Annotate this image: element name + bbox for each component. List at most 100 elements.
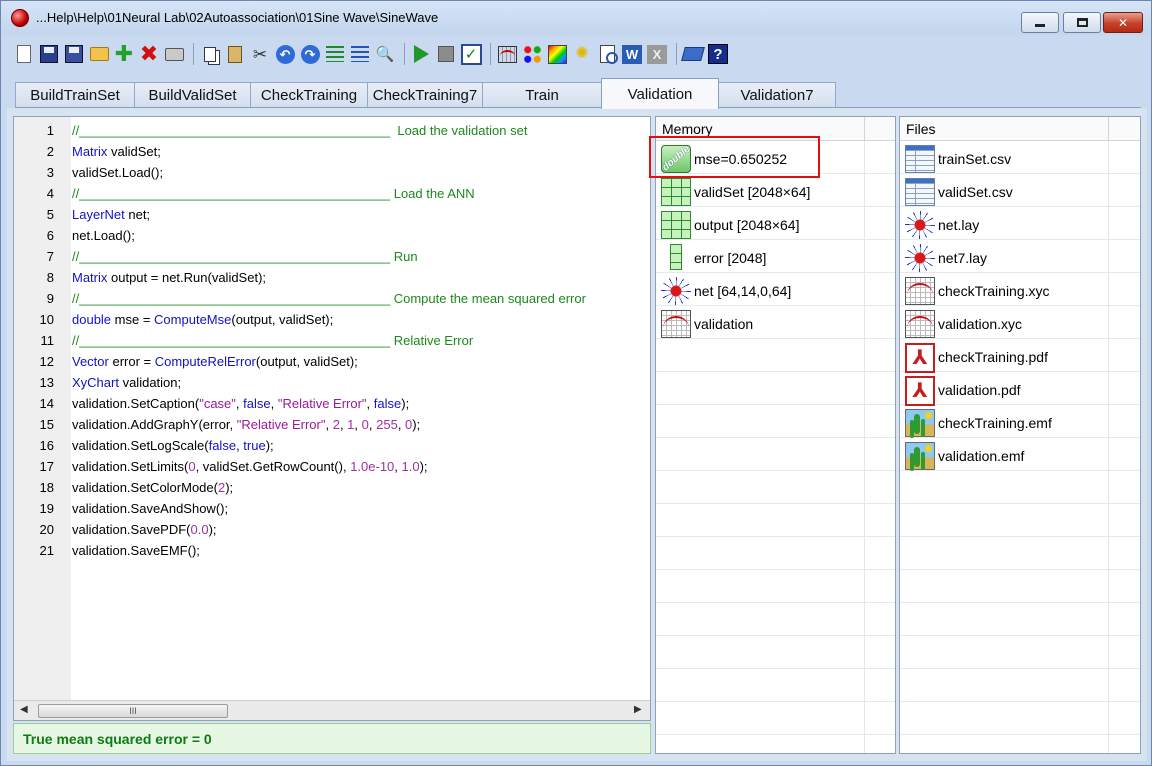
line-number: 7 bbox=[46, 249, 54, 264]
cut-icon[interactable]: ✂ bbox=[249, 43, 271, 65]
code-line[interactable]: 12 Vector error = ComputeRelError(output,… bbox=[14, 351, 651, 372]
app-icon[interactable] bbox=[11, 9, 29, 27]
files-item[interactable]: validation.emf bbox=[900, 439, 1140, 472]
find-icon[interactable]: 🔍 bbox=[374, 43, 396, 65]
scroll-right-icon[interactable]: ▶ bbox=[634, 704, 642, 715]
run-icon[interactable] bbox=[410, 43, 432, 65]
files-item[interactable]: checkTraining.xyc bbox=[900, 274, 1140, 307]
files-item[interactable]: net7.lay bbox=[900, 241, 1140, 274]
delete-icon[interactable]: ✖ bbox=[138, 43, 160, 65]
undo-icon[interactable]: ↶ bbox=[274, 43, 296, 65]
tab-buildtrainset[interactable]: BuildTrainSet bbox=[15, 82, 135, 108]
files-item[interactable]: ⅄ validation.pdf bbox=[900, 373, 1140, 406]
code-token: , bbox=[325, 417, 333, 432]
minimize-button[interactable] bbox=[1021, 12, 1059, 33]
files-item[interactable]: checkTraining.emf bbox=[900, 406, 1140, 439]
code-token: ); bbox=[265, 438, 274, 453]
code-token: validation.SetLogScale( bbox=[72, 438, 209, 453]
code-line[interactable]: 11 //____________________________________… bbox=[14, 330, 651, 351]
stop-icon[interactable] bbox=[435, 43, 457, 65]
paste-icon[interactable] bbox=[224, 43, 246, 65]
code-line[interactable]: 15 validation.AddGraphY(error, "Relative … bbox=[14, 414, 651, 435]
redo-icon[interactable]: ↷ bbox=[299, 43, 321, 65]
code-line[interactable]: 14 validation.SetCaption("case", false, "… bbox=[14, 393, 651, 414]
files-header[interactable]: Files bbox=[900, 117, 1140, 141]
tip-icon[interactable]: ✺ bbox=[571, 43, 593, 65]
files-item[interactable]: validSet.csv bbox=[900, 175, 1140, 208]
tab-validation[interactable]: Validation bbox=[601, 78, 719, 109]
code-line[interactable]: 16 validation.SetLogScale(false, true); bbox=[14, 435, 651, 456]
scroll-left-icon[interactable]: ◀ bbox=[20, 704, 28, 715]
code-line[interactable]: 5 LayerNet net; bbox=[14, 204, 651, 225]
scroll-thumb[interactable]: III bbox=[38, 704, 228, 718]
code-line[interactable]: 17 validation.SetLimits(0, validSet.GetRo… bbox=[14, 456, 651, 477]
help-icon[interactable]: ? bbox=[707, 43, 729, 65]
code-line[interactable]: 7 //_____________________________________… bbox=[14, 246, 651, 267]
files-item[interactable]: validation.xyc bbox=[900, 307, 1140, 340]
files-item[interactable]: ⅄ checkTraining.pdf bbox=[900, 340, 1140, 373]
new-doc-icon[interactable] bbox=[13, 43, 35, 65]
maximize-button[interactable] bbox=[1063, 12, 1101, 33]
horizontal-scrollbar[interactable]: ◀ III ▶ bbox=[14, 700, 650, 720]
code-line[interactable]: 8 Matrix output = net.Run(validSet); bbox=[14, 267, 651, 288]
tab-train[interactable]: Train bbox=[482, 82, 602, 108]
tab-checktraining[interactable]: CheckTraining bbox=[250, 82, 368, 108]
code-line[interactable]: 20 validation.SavePDF(0.0); bbox=[14, 519, 651, 540]
outdent-icon[interactable] bbox=[349, 43, 371, 65]
code-token: XyChart bbox=[72, 375, 119, 390]
add-icon[interactable]: ✚ bbox=[113, 43, 135, 65]
files-item[interactable]: trainSet.csv bbox=[900, 142, 1140, 175]
code-line[interactable]: 21 validation.SaveEMF(); bbox=[14, 540, 651, 561]
code-line[interactable]: 3 validSet.Load(); bbox=[14, 162, 651, 183]
code-editor[interactable]: 1 //_____________________________________… bbox=[13, 116, 651, 721]
code-line[interactable]: 2 Matrix validSet; bbox=[14, 141, 651, 162]
files-item-label: validSet.csv bbox=[938, 183, 1013, 200]
code-token: LayerNet bbox=[72, 207, 125, 222]
tab-buildvalidset[interactable]: BuildValidSet bbox=[134, 82, 251, 108]
memory-item[interactable]: output [2048×64] bbox=[656, 208, 895, 241]
memory-item[interactable]: error [2048] bbox=[656, 241, 895, 274]
word-icon[interactable]: W bbox=[621, 43, 643, 65]
tab-validation7[interactable]: Validation7 bbox=[718, 82, 836, 108]
code-line[interactable]: 10 double mse = ComputeMse(output, validS… bbox=[14, 309, 651, 330]
manual-icon[interactable] bbox=[681, 43, 705, 65]
close-button[interactable]: ✕ bbox=[1103, 12, 1143, 33]
code-line[interactable]: 4 //_____________________________________… bbox=[14, 183, 651, 204]
code-token: //______________________________________… bbox=[72, 186, 475, 201]
code-text: LayerNet net; bbox=[72, 207, 150, 222]
tab-checktraining7[interactable]: CheckTraining7 bbox=[367, 82, 483, 108]
palette-icon[interactable] bbox=[521, 43, 543, 65]
print-icon[interactable] bbox=[163, 43, 185, 65]
code-line[interactable]: 6 net.Load(); bbox=[14, 225, 651, 246]
memory-header[interactable]: Memory bbox=[656, 117, 895, 141]
memory-item[interactable]: validSet [2048×64] bbox=[656, 175, 895, 208]
save-as-icon[interactable] bbox=[63, 43, 85, 65]
code-line[interactable]: 19 validation.SaveAndShow(); bbox=[14, 498, 651, 519]
memory-item[interactable]: double mse=0.650252 bbox=[656, 142, 895, 175]
memory-item[interactable]: validation bbox=[656, 307, 895, 340]
color-icon[interactable] bbox=[546, 43, 568, 65]
code-line[interactable]: 9 //_____________________________________… bbox=[14, 288, 651, 309]
indent-icon[interactable] bbox=[324, 43, 346, 65]
title-bar[interactable]: ...Help\Help\01Neural Lab\02Autoassociat… bbox=[1, 1, 1151, 35]
memory-item-label: validation bbox=[694, 315, 754, 332]
code-line[interactable]: 13 XyChart validation; bbox=[14, 372, 651, 393]
line-number: 19 bbox=[39, 501, 54, 516]
code-token: (output, validSet); bbox=[255, 354, 358, 369]
copy-icon[interactable] bbox=[199, 43, 221, 65]
check-icon[interactable]: ✓ bbox=[460, 43, 482, 65]
chart-icon[interactable] bbox=[496, 43, 518, 65]
preview-icon[interactable] bbox=[596, 43, 618, 65]
csv-icon bbox=[905, 144, 935, 173]
code-line[interactable]: 1 //_____________________________________… bbox=[14, 120, 651, 141]
window-title: ...Help\Help\01Neural Lab\02Autoassociat… bbox=[36, 10, 439, 25]
code-token: 0.0 bbox=[190, 522, 209, 537]
excel-icon[interactable]: X bbox=[646, 43, 668, 65]
files-item[interactable]: net.lay bbox=[900, 208, 1140, 241]
code-text: validation.SetLogScale(false, true); bbox=[72, 438, 274, 453]
code-token: , bbox=[397, 417, 406, 432]
save-icon[interactable] bbox=[38, 43, 60, 65]
memory-item[interactable]: net [64,14,0,64] bbox=[656, 274, 895, 307]
code-line[interactable]: 18 validation.SetColorMode(2); bbox=[14, 477, 651, 498]
open-folder-icon[interactable] bbox=[88, 43, 110, 65]
